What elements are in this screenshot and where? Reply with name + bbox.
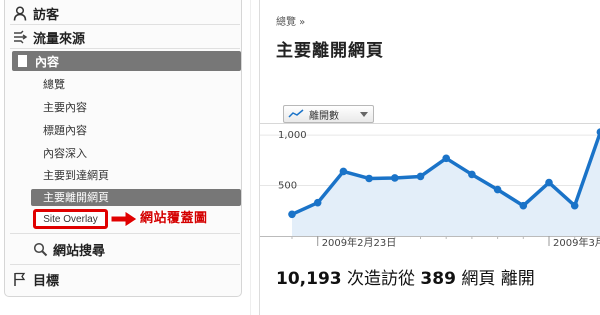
sidebar-item-content-drilldown[interactable]: 內容深入	[43, 146, 87, 162]
flag-icon	[12, 271, 28, 287]
line-chart-icon	[288, 109, 304, 118]
nav-content-label: 內容	[35, 54, 60, 69]
nav-visitors-label: 訪客	[33, 7, 60, 23]
divider	[10, 264, 240, 265]
data-point	[570, 201, 579, 210]
breadcrumb[interactable]: 總覽 »	[276, 13, 305, 28]
summary-pages: 389	[420, 269, 456, 289]
x-tick-label: 2009年3月2	[553, 236, 600, 249]
nav-traffic-sources-label: 流量來源	[33, 31, 86, 47]
summary-count: 10,193	[276, 269, 342, 289]
page-title: 主要離開網頁	[276, 41, 384, 61]
person-icon	[12, 5, 28, 21]
nav-traffic-sources[interactable]: 流量來源	[12, 26, 85, 48]
nav-content[interactable]: 內容	[12, 51, 241, 71]
y-tick-label: 1,000	[278, 130, 307, 141]
document-icon	[18, 55, 27, 67]
sidebar-border	[250, 0, 251, 315]
x-tick-label: 2009年2月23日	[322, 236, 397, 249]
traffic-sources-icon	[12, 29, 28, 45]
data-point	[493, 185, 502, 194]
callout-arrow-icon	[110, 210, 138, 228]
chevron-down-icon	[360, 111, 368, 117]
sidebar-item-overview[interactable]: 總覽	[43, 77, 65, 93]
metric-select-label: 離開數	[309, 110, 339, 122]
divider	[10, 233, 240, 234]
data-point	[391, 174, 399, 182]
data-point	[468, 170, 476, 179]
nav-goals[interactable]: 目標	[12, 268, 59, 290]
divider	[10, 24, 240, 25]
sidebar-item-top-landing-pages[interactable]: 主要到達網頁	[43, 168, 109, 184]
data-point	[288, 210, 296, 219]
sidebar-item-top-content[interactable]: 主要內容	[43, 100, 87, 116]
nav-visitors[interactable]: 訪客	[12, 2, 59, 24]
nav-site-search-label: 網站搜尋	[53, 243, 106, 259]
data-point	[519, 201, 528, 210]
y-tick-label: 500	[278, 181, 297, 192]
exit-summary: 10,193 次造訪從 389 網頁 離開	[276, 264, 535, 289]
data-point	[339, 167, 348, 176]
sidebar: 訪客 流量來源 內容 總覽 主要內容 標題內容 內容深入 主要到達網頁 主要離開…	[0, 0, 250, 315]
breadcrumb-overview[interactable]: 總覽 »	[276, 17, 305, 28]
divider	[10, 48, 240, 49]
data-point	[365, 174, 373, 183]
summary-text-pages: 網頁 離開	[461, 269, 535, 289]
data-point	[545, 178, 553, 187]
exits-chart: 1,000 500 2009年2月23日 2009年3月2	[260, 123, 600, 249]
nav-goals-label: 目標	[33, 273, 60, 289]
sidebar-item-content-by-title[interactable]: 標題內容	[43, 123, 87, 139]
search-icon	[32, 241, 48, 257]
data-point	[313, 198, 322, 207]
summary-text-visits: 次造訪從	[347, 269, 416, 289]
callout-label: 網站覆蓋圖	[140, 211, 208, 226]
sidebar-item-top-exit-pages[interactable]: 主要離開網頁	[31, 189, 241, 206]
metric-select[interactable]: 離開數	[283, 105, 374, 123]
nav-site-search[interactable]: 網站搜尋	[12, 238, 105, 260]
sidebar-item-site-overlay[interactable]: Site Overlay	[33, 209, 108, 229]
data-point	[442, 154, 450, 163]
chart-ticks	[260, 236, 600, 246]
data-point	[416, 172, 425, 181]
